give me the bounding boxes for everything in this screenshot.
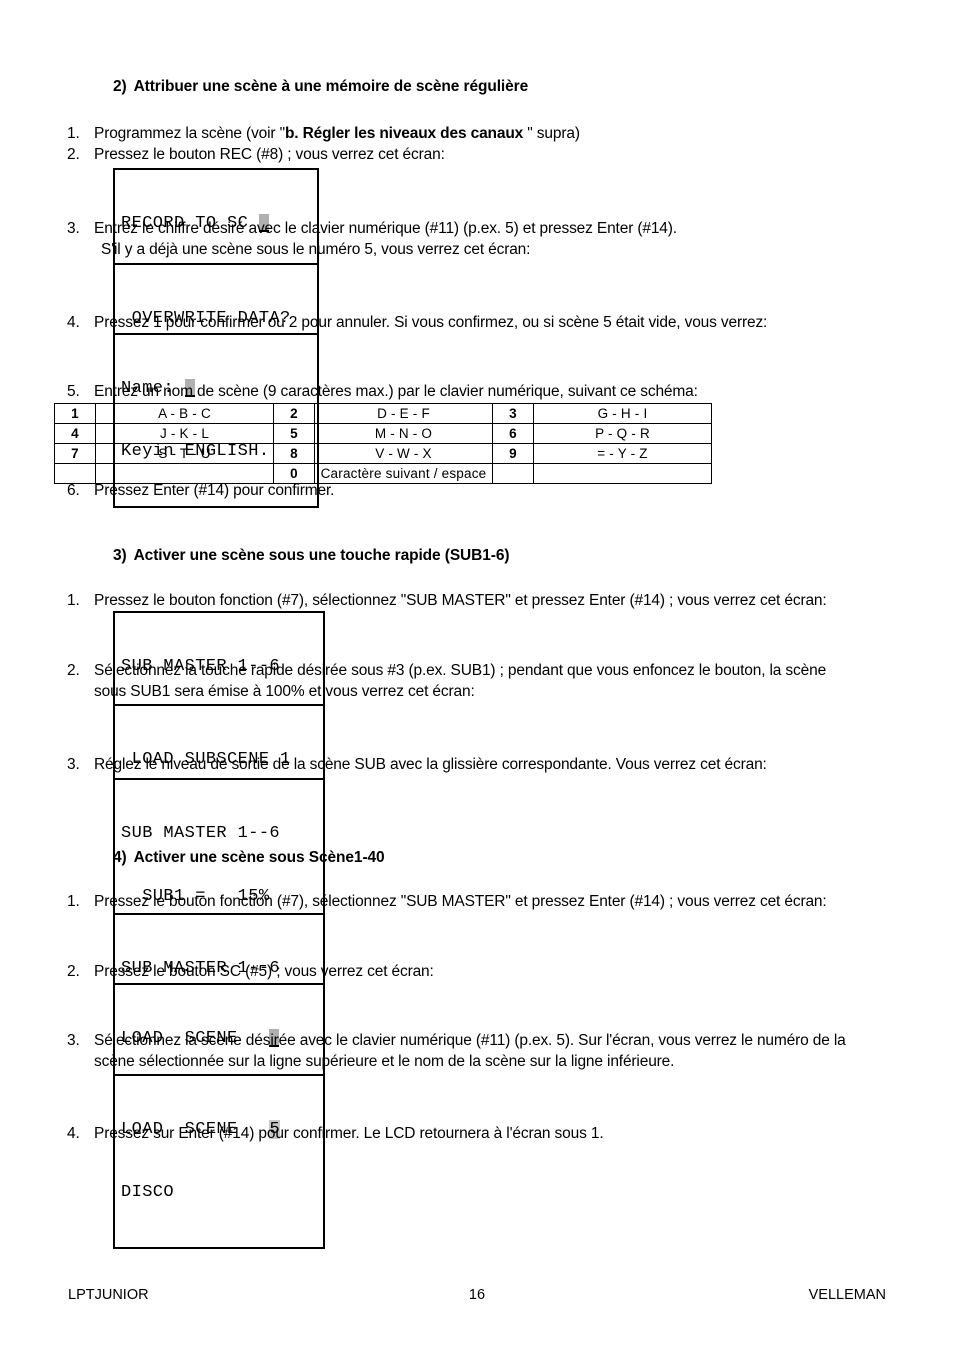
step-item: 3. Réglez le niveau de sortie de la scèn… bbox=[62, 755, 954, 776]
section-4-step-3: 3. Sélectionnez la scène désirée avec le… bbox=[62, 1031, 954, 1072]
lcd-line-1: SUB MASTER 1--6 bbox=[121, 824, 281, 843]
keypad-value: D - E - F bbox=[314, 403, 493, 424]
section-2-heading: 2) Attribuer une scène à une mémoire de s… bbox=[113, 78, 954, 96]
step-marker: 2. bbox=[67, 145, 80, 163]
step-text: Pressez le bouton fonction (#7), sélecti… bbox=[94, 592, 827, 609]
keypad-key: 8 bbox=[273, 443, 315, 464]
step-item: 1. Pressez le bouton fonction (#7), séle… bbox=[62, 892, 954, 913]
step-text-line-2: scène sélectionnée sur la ligne supérieu… bbox=[94, 1052, 675, 1070]
keypad-key: 1 bbox=[54, 403, 96, 424]
keypad-value: M - N - O bbox=[314, 423, 493, 444]
keypad-value: P - Q - R bbox=[533, 423, 712, 444]
step-text: Pressez le bouton fonction (#7), sélecti… bbox=[94, 893, 827, 910]
step-text-line-2: sous SUB1 sera émise à 100% et vous verr… bbox=[94, 682, 475, 700]
keypad-value: A - B - C bbox=[95, 403, 274, 424]
section-4-heading: 4) Activer une scène sous Scène1-40 bbox=[113, 849, 954, 867]
step-text: Pressez le bouton REC (#8) ; vous verrez… bbox=[94, 145, 445, 163]
keypad-key: 4 bbox=[54, 423, 96, 444]
keypad-value: G - H - I bbox=[533, 403, 712, 424]
keypad-key: 9 bbox=[492, 443, 534, 464]
step-item: 4. Pressez sur Enter (#14) pour confirme… bbox=[62, 1124, 954, 1145]
keypad-key: 7 bbox=[54, 443, 96, 464]
section-3-number: 3) bbox=[113, 547, 127, 564]
step-marker: 2. bbox=[67, 963, 80, 980]
keypad-key: 3 bbox=[492, 403, 534, 424]
step-text-line-1: Sélectionnez la touche rapide désirée so… bbox=[94, 662, 827, 679]
step-marker: 2. bbox=[67, 662, 80, 679]
section-4-step-4: 4. Pressez sur Enter (#14) pour confirme… bbox=[62, 1124, 954, 1145]
step-text: Réglez le niveau de sortie de la scène S… bbox=[94, 756, 767, 773]
step-item: 3. Entrez le chiffre désiré avec le clav… bbox=[62, 219, 954, 260]
step-item: 1. Programmez la scène (voir "b. Régler … bbox=[62, 124, 954, 145]
keypad-value: = - Y - Z bbox=[533, 443, 712, 464]
step-text-line-1: Entrez le chiffre désiré avec le clavier… bbox=[94, 220, 677, 237]
keypad-key: 2 bbox=[273, 403, 315, 424]
section-2-steps-1-2: 1. Programmez la scène (voir "b. Régler … bbox=[62, 124, 954, 165]
section-3-step-2: 2. Sélectionnez la touche rapide désirée… bbox=[62, 661, 954, 702]
section-2-step-3: 3. Entrez le chiffre désiré avec le clav… bbox=[62, 219, 954, 260]
lcd-line-2: DISCO bbox=[121, 1183, 175, 1202]
step-text: Pressez le bouton SC (#5) ; vous verrez … bbox=[94, 963, 434, 980]
step-text: Pressez 1 pour confirmer ou 2 pour annul… bbox=[94, 314, 768, 331]
keypad-key: 5 bbox=[273, 423, 315, 444]
keypad-value: V - W - X bbox=[314, 443, 493, 464]
table-row: 7 S - T - U 8 V - W - X 9 = - Y - Z bbox=[54, 443, 712, 464]
section-2-title: Attribuer une scène à une mémoire de scè… bbox=[133, 78, 529, 95]
section-3-step-3: 3. Réglez le niveau de sortie de la scèn… bbox=[62, 755, 954, 776]
step-marker: 4. bbox=[67, 1125, 80, 1142]
section-2-number: 2) bbox=[113, 78, 127, 95]
section-4-number: 4) bbox=[113, 849, 127, 866]
step-text: Pressez sur Enter (#14) pour confirmer. … bbox=[94, 1125, 604, 1142]
step-marker: 3. bbox=[67, 1032, 80, 1049]
step-item: 2. Pressez le bouton SC (#5) ; vous verr… bbox=[62, 962, 954, 983]
footer-brand-name: VELLEMAN bbox=[808, 1287, 886, 1303]
step-marker: 3. bbox=[67, 756, 80, 773]
step-marker: 1. bbox=[67, 893, 80, 910]
keypad-value: S - T - U bbox=[95, 443, 274, 464]
document-page: 2) Attribuer une scène à une mémoire de s… bbox=[0, 0, 954, 1351]
keypad-letter-table-wrapper: 1 A - B - C 2 D - E - F 3 G - H - I 4 J … bbox=[0, 400, 954, 485]
section-3-title: Activer une scène sous une touche rapide… bbox=[133, 547, 510, 564]
section-2-step-6: 6. Pressez Enter (#14) pour confirmer. bbox=[62, 481, 954, 502]
keypad-value: J - K - L bbox=[95, 423, 274, 444]
keypad-key: 6 bbox=[492, 423, 534, 444]
table-row: 4 J - K - L 5 M - N - O 6 P - Q - R bbox=[54, 423, 712, 444]
step-text-part: Programmez la scène (voir " bbox=[94, 125, 285, 142]
step-text: Pressez Enter (#14) pour confirmer. bbox=[94, 482, 335, 499]
step-item: 6. Pressez Enter (#14) pour confirmer. bbox=[62, 481, 954, 502]
step-marker: 3. bbox=[67, 220, 80, 237]
table-row: 1 A - B - C 2 D - E - F 3 G - H - I bbox=[54, 403, 712, 424]
step-item: 2. Pressez le bouton REC (#8) ; vous ver… bbox=[62, 145, 954, 166]
step-item: 3. Sélectionnez la scène désirée avec le… bbox=[62, 1031, 954, 1072]
step-marker: 6. bbox=[67, 482, 80, 499]
section-4-step-2: 2. Pressez le bouton SC (#5) ; vous verr… bbox=[62, 962, 954, 983]
step-text: Entrez un nom de scène (9 caractères max… bbox=[94, 383, 698, 400]
step-text-line-2: S'il y a déjà une scène sous le numéro 5… bbox=[101, 240, 531, 258]
section-4-title: Activer une scène sous Scène1-40 bbox=[133, 849, 385, 866]
step-text-bold: b. Régler les niveaux des canaux bbox=[284, 125, 524, 142]
lcd-load-scene-5-disco: LOAD SCENE 5 DISCO bbox=[0, 1072, 954, 1251]
step-item: 2. Sélectionnez la touche rapide désirée… bbox=[62, 661, 954, 702]
section-4-step-1: 1. Pressez le bouton fonction (#7), séle… bbox=[62, 892, 954, 913]
keypad-letter-table: 1 A - B - C 2 D - E - F 3 G - H - I 4 J … bbox=[54, 403, 712, 484]
page-footer: LPTJUNIOR 16 VELLEMAN bbox=[0, 1287, 954, 1307]
step-text-line-1: Sélectionnez la scène désirée avec le cl… bbox=[94, 1032, 846, 1049]
section-3-heading: 3) Activer une scène sous une touche rapi… bbox=[113, 547, 954, 565]
step-text-part: " supra) bbox=[523, 125, 580, 142]
step-marker: 1. bbox=[67, 125, 80, 142]
